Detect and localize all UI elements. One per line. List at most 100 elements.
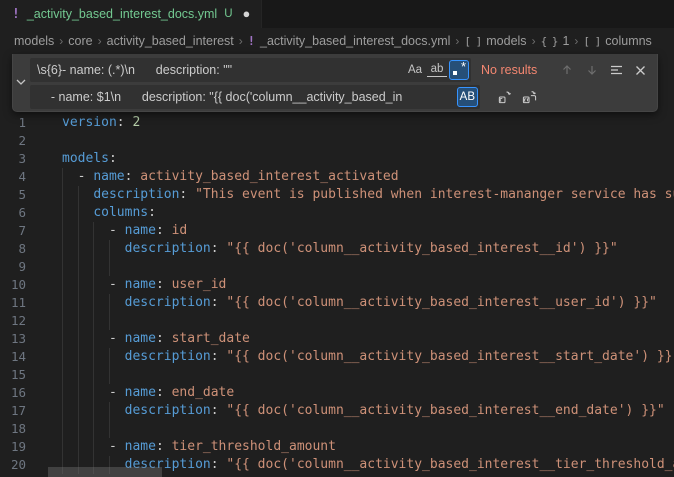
chevron-down-icon	[16, 74, 26, 92]
code-line[interactable]: 18	[0, 420, 674, 438]
find-in-selection-button[interactable]	[606, 60, 627, 81]
code-text: - name: end_date	[62, 384, 234, 402]
line-number: 6	[0, 204, 26, 222]
code-line[interactable]: 8 description: "{{ doc('column__activity…	[0, 240, 674, 258]
line-number: 17	[0, 402, 26, 420]
breadcrumb-item-activity_based_interest[interactable]: activity_based_interest	[107, 34, 234, 48]
code-line[interactable]: 9	[0, 258, 674, 276]
code-line[interactable]: 3 models:	[0, 150, 674, 168]
indent-guide	[62, 312, 63, 330]
replace-input[interactable]: - name: $1\n description: "{{ doc('colum…	[30, 85, 480, 109]
breadcrumb-separator: ›	[574, 34, 578, 48]
breadcrumb-item-core[interactable]: core	[68, 34, 92, 48]
code-line[interactable]: 4 - name: activity_based_interest_activa…	[0, 168, 674, 186]
modified-dot-icon[interactable]: ●	[243, 0, 251, 28]
editor-tab[interactable]: ! _activity_based_interest_docs.yml U ●	[0, 0, 262, 28]
code-text: models:	[62, 150, 117, 168]
indent-guide	[62, 420, 63, 438]
line-number: 20	[0, 456, 26, 474]
line-number: 19	[0, 438, 26, 456]
breadcrumb-separator: ›	[98, 34, 102, 48]
code-line[interactable]: 11 description: "{{ doc('column__activit…	[0, 294, 674, 312]
code-text: - name: tier_threshold_amount	[62, 438, 336, 456]
code-line[interactable]: 6 columns:	[0, 204, 674, 222]
replace-all-button[interactable]	[519, 87, 540, 108]
next-match-button[interactable]	[582, 60, 603, 81]
code-text: version: 2	[62, 114, 140, 132]
breadcrumb-item-columns[interactable]: [ ]columns	[583, 34, 651, 48]
code-line[interactable]: 14 description: "{{ doc('column__activit…	[0, 348, 674, 366]
replace-button[interactable]	[494, 87, 515, 108]
line-number: 14	[0, 348, 26, 366]
breadcrumb-label: core	[68, 34, 92, 48]
breadcrumb-label: _activity_based_interest_docs.yml	[260, 34, 450, 48]
replace-icon	[497, 90, 512, 105]
line-number: 10	[0, 276, 26, 294]
selection-lines-icon	[610, 64, 623, 76]
replace-input-value: - name: $1\n description: "{{ doc('colum…	[37, 90, 402, 104]
code-line[interactable]: 16 - name: end_date	[0, 384, 674, 402]
breadcrumb-label: activity_based_interest	[107, 34, 234, 48]
breadcrumb-item-_activity_based_interest_docs.yml[interactable]: !_activity_based_interest_docs.yml	[248, 34, 451, 48]
code-area: 1 version: 2 23 models:4 - name: activity_b…	[0, 54, 674, 474]
preserve-case-toggle[interactable]: AB	[457, 87, 478, 107]
breadcrumb-separator: ›	[239, 34, 243, 48]
find-input[interactable]: \s{6}- name: (.*)\n description: "" Aa a…	[30, 58, 471, 82]
git-untracked-badge: U	[224, 8, 232, 20]
indent-guide	[78, 420, 79, 438]
breadcrumb-item-models[interactable]: models	[14, 34, 54, 48]
breadcrumb-item-1[interactable]: { }1	[541, 34, 570, 48]
previous-match-button[interactable]	[557, 60, 578, 81]
replace-all-icon	[522, 90, 537, 105]
code-line[interactable]: 1 version: 2	[0, 114, 674, 132]
whole-word-toggle[interactable]: ab	[427, 63, 447, 77]
line-number: 11	[0, 294, 26, 312]
code-line[interactable]: 5 description: "This event is published …	[0, 186, 674, 204]
line-number: 18	[0, 420, 26, 438]
line-number: 15	[0, 366, 26, 384]
line-number: 13	[0, 330, 26, 348]
line-number: 5	[0, 186, 26, 204]
horizontal-scrollbar[interactable]	[48, 467, 162, 477]
code-line[interactable]: 17 description: "{{ doc('column__activit…	[0, 402, 674, 420]
code-line[interactable]: 2	[0, 132, 674, 150]
line-number: 7	[0, 222, 26, 240]
breadcrumb-item-models[interactable]: [ ]models	[464, 34, 526, 48]
regex-toggle[interactable]: *	[449, 60, 469, 80]
code-text: description: "{{ doc('column__activity_b…	[62, 240, 618, 258]
code-line[interactable]: 10 - name: user_id	[0, 276, 674, 294]
arrow-down-icon	[586, 64, 598, 76]
code-line[interactable]: 7 - name: id	[0, 222, 674, 240]
breadcrumb-label: models	[14, 34, 54, 48]
code-line[interactable]: 19 - name: tier_threshold_amount	[0, 438, 674, 456]
indent-guide	[109, 366, 110, 384]
code-line[interactable]: 13 - name: start_date	[0, 330, 674, 348]
match-case-toggle[interactable]: Aa	[405, 60, 425, 80]
indent-guide	[93, 420, 94, 438]
breadcrumb-label: columns	[605, 34, 652, 48]
editor[interactable]: 1 version: 2 23 models:4 - name: activity_b…	[0, 54, 674, 477]
code-line[interactable]: 15	[0, 366, 674, 384]
line-number: 1	[0, 114, 26, 132]
code-text: description: "{{ doc('column__activity_b…	[62, 348, 674, 366]
close-icon	[635, 65, 646, 76]
line-number: 3	[0, 150, 26, 168]
code-text: description: "{{ doc('column__activity_b…	[62, 294, 657, 312]
indent-guide	[109, 258, 110, 276]
close-find-button[interactable]	[631, 60, 652, 81]
line-number: 8	[0, 240, 26, 258]
find-results-status: No results	[481, 63, 553, 77]
breadcrumb-label: models	[486, 34, 526, 48]
indent-guide	[78, 312, 79, 330]
code-line[interactable]: 12	[0, 312, 674, 330]
indent-guide	[78, 258, 79, 276]
code-text: description: "{{ doc('column__activity_b…	[62, 402, 665, 420]
toggle-replace-button[interactable]	[13, 54, 29, 111]
find-input-value: \s{6}- name: (.*)\n description: ""	[37, 63, 232, 77]
line-number: 16	[0, 384, 26, 402]
indent-guide	[62, 366, 63, 384]
indent-guide	[93, 258, 94, 276]
line-number: 2	[0, 132, 26, 150]
code-text: - name: id	[62, 222, 187, 240]
line-number: 4	[0, 168, 26, 186]
